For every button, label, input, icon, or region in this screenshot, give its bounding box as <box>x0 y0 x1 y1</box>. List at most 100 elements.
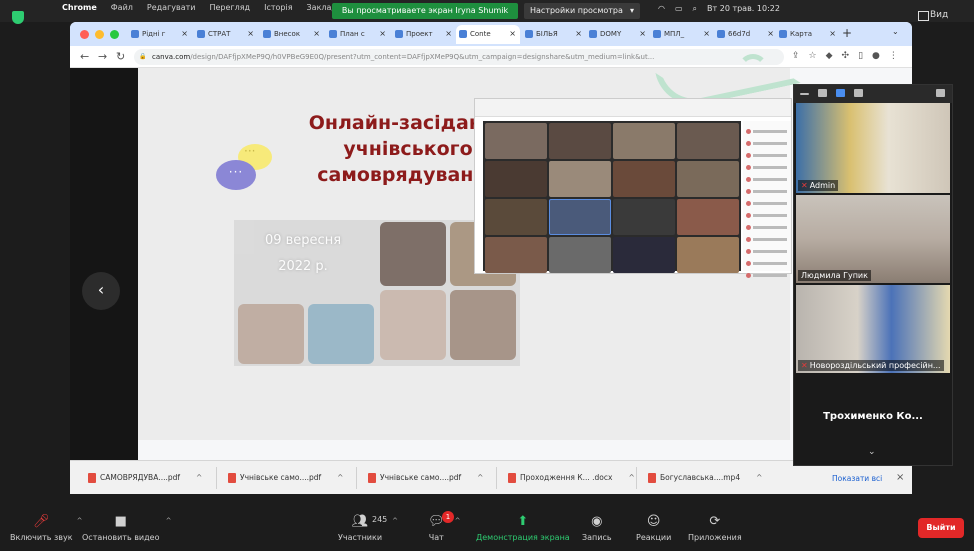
browser-tab[interactable]: БІЛЬЯ × <box>522 25 586 44</box>
previous-slide-button[interactable]: ‹ <box>82 272 120 310</box>
close-tab-icon[interactable]: × <box>181 29 188 38</box>
close-icon[interactable]: × <box>896 472 904 483</box>
share-screen-button[interactable]: ⬆ Демонстрация экрана <box>476 514 570 543</box>
stop-video-button[interactable]: ■ Остановить видео ^ <box>82 514 171 543</box>
menu-item[interactable]: Історія <box>264 3 292 12</box>
close-tab-icon[interactable]: × <box>703 29 710 38</box>
close-tab-icon[interactable]: × <box>445 29 452 38</box>
close-tab-icon[interactable]: × <box>313 29 320 38</box>
back-arrow-icon[interactable]: ← <box>80 50 89 63</box>
close-window-icon[interactable] <box>80 30 89 39</box>
extension-icon[interactable]: ◆ <box>826 51 833 61</box>
reload-icon[interactable]: ↻ <box>116 50 125 63</box>
close-tab-icon[interactable]: × <box>509 29 516 38</box>
url-input[interactable]: canva.com/design/DAFfjpXMeP9Q/h0VPBeG9E0… <box>134 49 784 65</box>
single-view-icon[interactable] <box>818 89 827 97</box>
menu-item[interactable]: Редагувати <box>147 3 196 12</box>
view-button[interactable]: Вид <box>917 10 948 21</box>
battery-icon[interactable]: ▭ <box>675 4 683 14</box>
kebab-menu-icon[interactable]: ⋮ <box>889 51 898 61</box>
close-tab-icon[interactable]: × <box>639 29 646 38</box>
tab-strip: Рідні г × СТРАТ × Внесок × План с × Проект × … <box>70 22 912 46</box>
browser-tab[interactable]: Проект × <box>392 25 456 44</box>
close-tab-icon[interactable]: × <box>767 29 774 38</box>
record-button[interactable]: ◉ Запись <box>582 515 612 543</box>
browser-tab[interactable]: СТРАТ × <box>194 25 258 44</box>
strip-view-icon[interactable] <box>836 89 845 97</box>
zoom-window-icon[interactable] <box>110 30 119 39</box>
new-tab-icon[interactable]: + <box>842 26 852 40</box>
browser-tab[interactable]: Внесок × <box>260 25 324 44</box>
browser-tab[interactable]: Рідні г × <box>128 25 192 44</box>
chevron-down-icon[interactable]: ⌄ <box>868 447 876 457</box>
forward-arrow-icon[interactable]: → <box>98 50 107 63</box>
participant-video <box>613 237 675 273</box>
close-tab-icon[interactable]: × <box>829 29 836 38</box>
participant-video <box>485 199 547 235</box>
chevron-up-icon[interactable]: ^ <box>166 517 172 525</box>
extension-icons: ⇪ ☆ ◆ ✣ ▯ ● ⋮ <box>792 51 898 61</box>
menu-item[interactable]: Файл <box>111 3 133 12</box>
browser-tab[interactable]: МПЛ_ × <box>650 25 714 44</box>
chevron-up-icon[interactable]: ^ <box>337 473 343 482</box>
wifi-icon[interactable]: ◠ <box>658 4 665 14</box>
minimize-window-icon[interactable] <box>95 30 104 39</box>
download-item[interactable]: Учнівське само....pdf ^ <box>368 470 483 486</box>
participant-video-tile[interactable]: ✕ Новороздільський професійн... <box>796 285 950 373</box>
browser-tab[interactable]: План с × <box>326 25 390 44</box>
chevron-up-icon[interactable]: ^ <box>392 517 398 525</box>
unmute-button[interactable]: 🎤︎ Включить звук ^ <box>10 514 83 543</box>
panel-toolbar <box>794 85 952 103</box>
close-tab-icon[interactable]: × <box>247 29 254 38</box>
video-camera-icon: ■ <box>114 514 127 529</box>
search-icon[interactable]: ⌕ <box>693 4 697 14</box>
sidebar-icon[interactable]: ▯ <box>858 51 863 61</box>
presentation-left-margin <box>70 68 138 460</box>
profile-avatar-icon[interactable]: ● <box>872 51 880 61</box>
slide: Онлайн-засідання учнівського самоврядува… <box>138 43 801 440</box>
download-item[interactable]: Богуславська....mp4 ^ <box>648 470 762 486</box>
browser-tab-active[interactable]: Conte × <box>456 25 520 44</box>
share-screen-icon: ⬆ <box>517 514 529 529</box>
browser-tab[interactable]: Карта × <box>776 25 840 44</box>
expand-icon[interactable] <box>936 89 945 97</box>
browser-tab[interactable]: DOMY × <box>586 25 650 44</box>
menu-item[interactable]: Перегляд <box>209 3 250 12</box>
canva-presentation: Онлайн-засідання учнівського самоврядува… <box>70 43 912 460</box>
participant-video-tile[interactable]: Людмила Гупик <box>796 195 950 283</box>
muted-mic-icon: 🎤︎ <box>33 514 50 529</box>
close-tab-icon[interactable]: × <box>575 29 582 38</box>
chevron-up-icon[interactable]: ^ <box>477 473 483 482</box>
collage-date: 09 вересня 2022 р. <box>264 233 342 274</box>
minimize-icon[interactable] <box>800 93 809 95</box>
security-shield-icon[interactable] <box>12 11 24 24</box>
bookmark-star-icon[interactable]: ☆ <box>809 51 817 61</box>
participant-name-label: ✕ Admin <box>798 180 839 191</box>
chevron-up-icon[interactable]: ^ <box>455 517 461 525</box>
participant-name-tile[interactable]: Трохименко Ко... <box>794 411 952 422</box>
close-tab-icon[interactable]: × <box>379 29 386 38</box>
menu-app-name[interactable]: Chrome <box>62 3 97 12</box>
chevron-up-icon[interactable]: ^ <box>196 473 202 482</box>
chevron-down-icon[interactable]: ⌄ <box>892 27 899 36</box>
reactions-button[interactable]: ☺ Реакции <box>636 515 671 543</box>
browser-tab[interactable]: 66d7d × <box>714 25 778 44</box>
show-all-downloads-link[interactable]: Показати всі <box>832 474 882 483</box>
participant-video-tile[interactable]: ✕ Admin <box>796 103 950 193</box>
view-options-dropdown[interactable]: Настройки просмотра <box>524 3 640 19</box>
participant-photo <box>450 290 516 360</box>
download-item[interactable]: САМОВРЯДУВА....pdf ^ <box>88 470 202 486</box>
puzzle-icon[interactable]: ✣ <box>842 51 850 61</box>
apps-button[interactable]: ⟳ Приложения <box>688 515 742 543</box>
participant-video <box>677 237 739 273</box>
zoom-top-bar: Chrome Файл Редагувати Перегляд Історія … <box>0 0 974 24</box>
download-item[interactable]: Проходження К... .docx ^ <box>508 470 635 486</box>
chevron-up-icon[interactable]: ^ <box>628 473 634 482</box>
participant-video <box>677 123 739 159</box>
participant-photo <box>380 290 446 360</box>
leave-meeting-button[interactable]: Выйти <box>918 518 964 538</box>
grid-view-icon[interactable] <box>854 89 863 97</box>
chevron-up-icon[interactable]: ^ <box>756 473 762 482</box>
download-item[interactable]: Учнівське само....pdf ^ <box>228 470 343 486</box>
participant-name-label: ✕ Новороздільський професійн... <box>798 360 944 371</box>
